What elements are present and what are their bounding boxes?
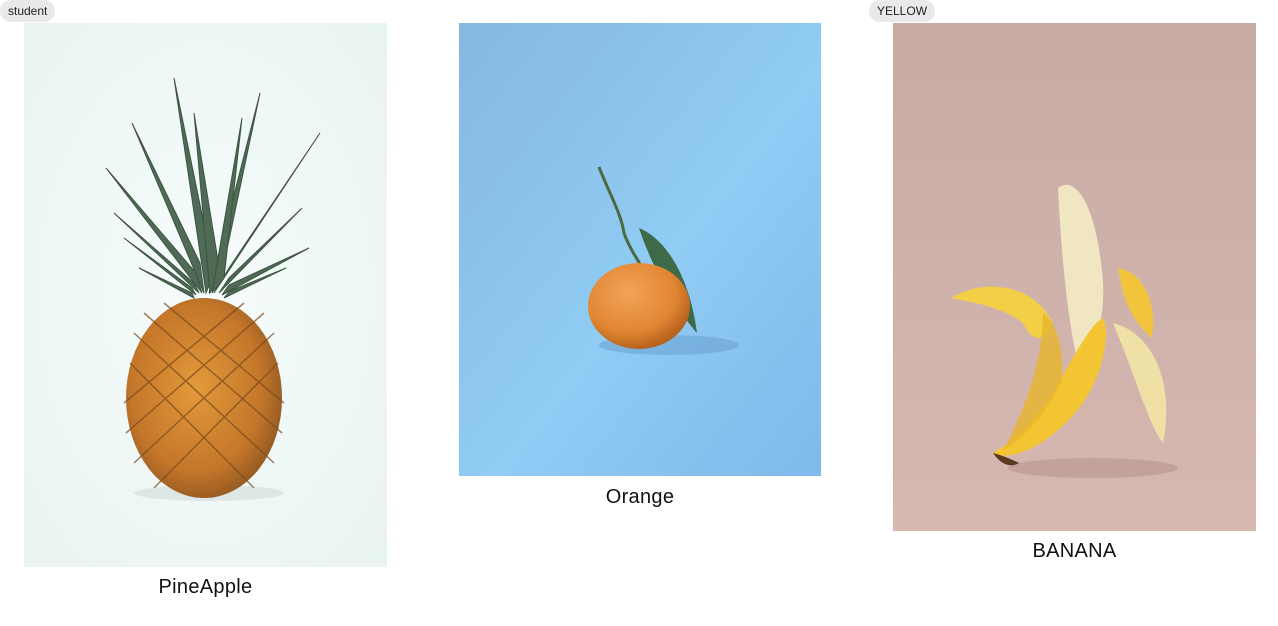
orange-image — [459, 23, 821, 476]
orange-illustration — [459, 23, 821, 476]
pineapple-illustration — [24, 23, 387, 567]
banana-illustration — [893, 23, 1256, 531]
card-tag-student: student — [0, 0, 56, 22]
card-caption-orange: Orange — [605, 486, 675, 508]
banana-image — [893, 23, 1256, 531]
card-tag-yellow: YELLOW — [869, 0, 936, 22]
pineapple-image — [24, 23, 387, 567]
card-caption-pineapple: PineApple — [158, 576, 253, 598]
card-caption-banana: BANANA — [1032, 540, 1117, 562]
